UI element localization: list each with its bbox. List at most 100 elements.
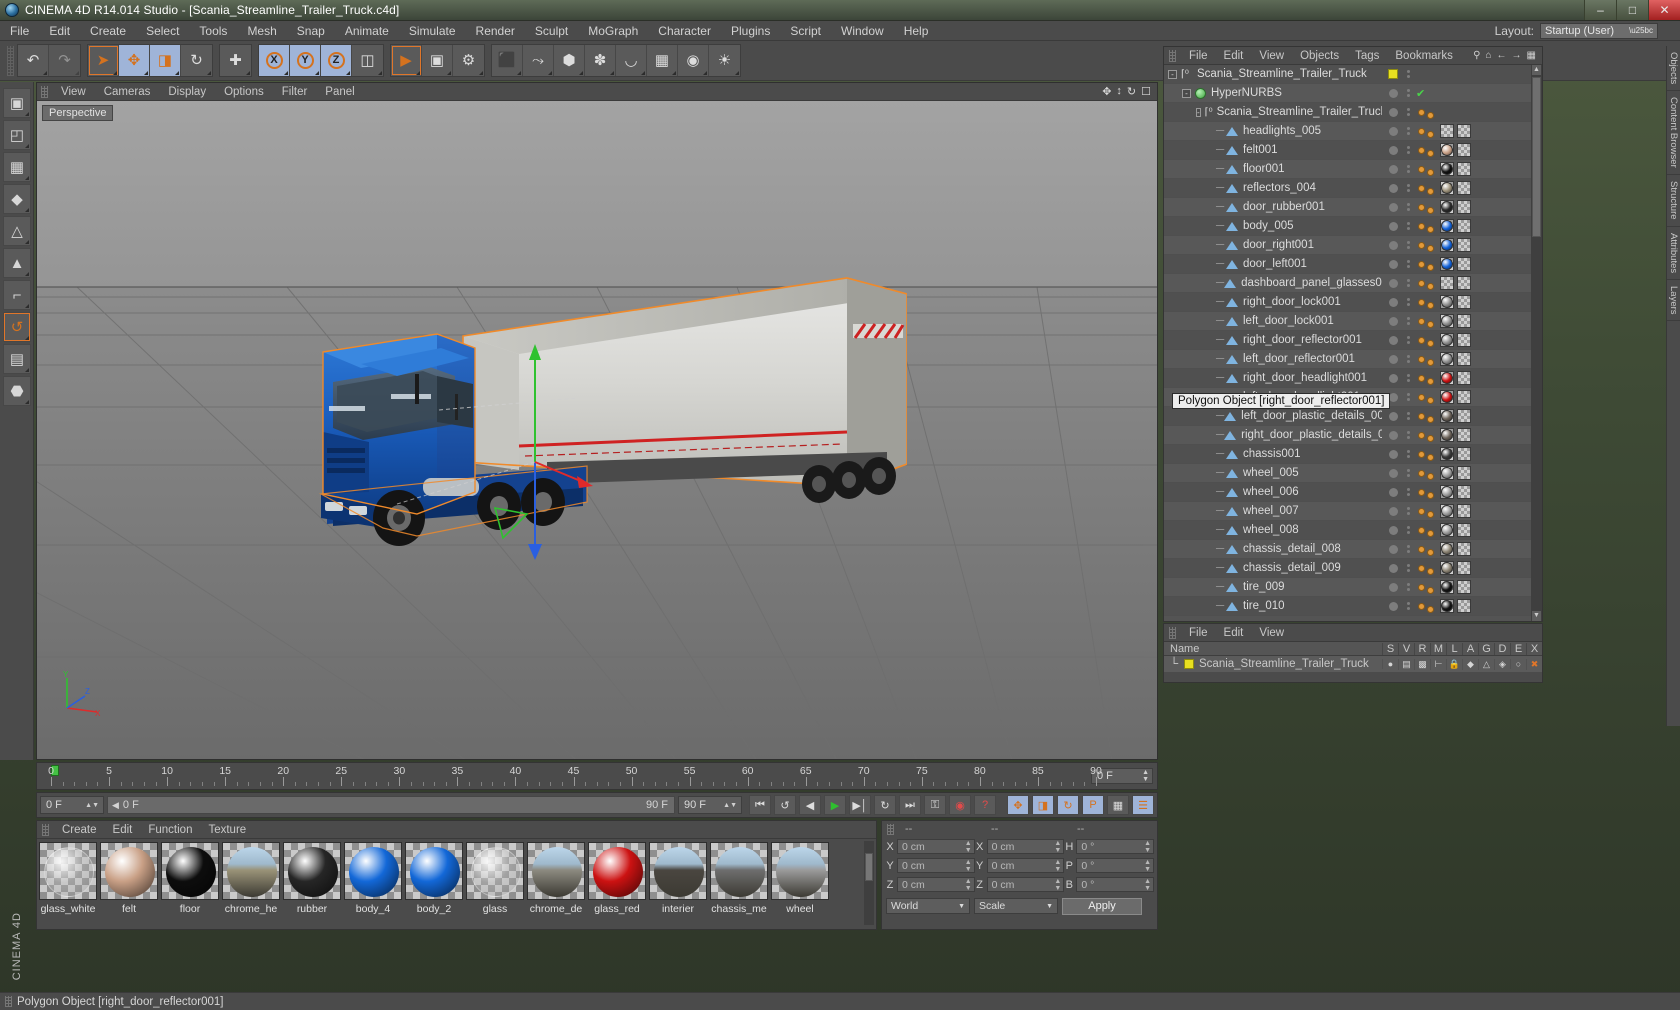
material-tag-icon[interactable] (1440, 181, 1454, 195)
scroll-up-arrow[interactable]: ▲ (1532, 65, 1541, 75)
material-tag-icon[interactable] (1440, 580, 1454, 594)
visibility-dot-icon[interactable] (1389, 430, 1398, 440)
visibility-dots-icon[interactable] (1407, 412, 1410, 420)
uv-tag-icon[interactable] (1427, 605, 1434, 613)
material-tag-icon[interactable] (1440, 238, 1454, 252)
tag-group[interactable] (1418, 144, 1434, 157)
phong-tag-icon[interactable] (1418, 450, 1425, 458)
visibility-dots-icon[interactable] (1407, 108, 1410, 116)
material-manager-grip[interactable] (42, 823, 49, 836)
phong-tag-icon[interactable] (1418, 564, 1425, 572)
coordinate-input[interactable]: 0 ° ▲ ▼ (1076, 839, 1155, 854)
expand-collapse-icon[interactable]: - (1196, 107, 1201, 117)
phong-tag-icon[interactable] (1418, 127, 1425, 135)
object-row[interactable]: ─ wheel_006 (1164, 483, 1382, 502)
render-view-button[interactable]: ▶ (391, 45, 422, 76)
phong-tag-icon[interactable] (1418, 222, 1425, 230)
grid-icon[interactable]: ▦ (1527, 50, 1536, 61)
viewport-scene[interactable]: Y X Z (37, 101, 1157, 759)
uvw-tag-icon[interactable] (1457, 523, 1471, 537)
transform-gizmo[interactable] (377, 286, 667, 566)
uv-tag-icon[interactable] (1427, 168, 1434, 176)
max-frame-spinner-icon[interactable]: ▲▼ (723, 802, 737, 809)
material-tag-icon[interactable] (1440, 371, 1454, 385)
play-backwards-frame-button[interactable]: ↺ (774, 795, 796, 815)
uvw-tag-icon[interactable] (1457, 599, 1471, 613)
object-row[interactable]: ─ left_door_lock001 (1164, 312, 1382, 331)
uv-tag-icon[interactable] (1427, 358, 1434, 366)
object-tag-row[interactable] (1382, 540, 1542, 559)
tag-group[interactable] (1418, 277, 1434, 290)
uvw-tag-icon[interactable] (1457, 580, 1471, 594)
uv-tag-icon[interactable] (1427, 453, 1434, 461)
visibility-dot-icon[interactable] (1389, 278, 1398, 288)
goto-start-button[interactable]: ⏮ (749, 795, 771, 815)
phong-tag-icon[interactable] (1418, 412, 1425, 420)
layout-dropdown[interactable]: Startup (User) \u25bc (1540, 22, 1658, 39)
phong-tag-icon[interactable] (1418, 469, 1425, 477)
world-axis-button[interactable]: ✚ (220, 45, 251, 76)
visibility-dots-icon[interactable] (1407, 431, 1410, 439)
spinner-icon[interactable]: ▲ ▼ (965, 859, 972, 873)
visibility-dot-icon[interactable] (1389, 563, 1398, 573)
object-tag-row[interactable] (1382, 198, 1542, 217)
menu-item-render[interactable]: Render (466, 21, 525, 41)
keyframe-selection-button[interactable]: ? (974, 795, 996, 815)
tag-group[interactable] (1418, 562, 1434, 575)
material-menu-texture[interactable]: Texture (200, 821, 254, 839)
goto-end-button[interactable]: ⏭ (899, 795, 921, 815)
visibility-dots-icon[interactable] (1407, 317, 1410, 325)
material-thumbnail[interactable] (588, 842, 646, 900)
material-cell[interactable]: felt (100, 842, 158, 926)
coordinate-space-dropdown[interactable]: World ▼ (886, 898, 970, 914)
visibility-dots-icon[interactable] (1407, 127, 1410, 135)
object-tag-row[interactable] (1382, 255, 1542, 274)
visibility-dots-icon[interactable] (1407, 488, 1410, 496)
phong-tag-icon[interactable] (1418, 165, 1425, 173)
autokeying-button[interactable]: ◉ (949, 795, 971, 815)
maximize-view-icon[interactable]: ☐ (1141, 85, 1151, 98)
menu-item-create[interactable]: Create (80, 21, 136, 41)
object-tag-row[interactable] (1382, 559, 1542, 578)
visibility-dot-icon[interactable] (1389, 221, 1398, 231)
tag-group[interactable] (1418, 182, 1434, 195)
uv-tag-icon[interactable] (1427, 111, 1434, 119)
tag-group[interactable] (1418, 163, 1434, 176)
material-tag-icon[interactable] (1440, 390, 1454, 404)
object-tag-row[interactable] (1382, 217, 1542, 236)
uvw-tag-icon[interactable] (1457, 124, 1471, 138)
material-tag-icon[interactable] (1440, 219, 1454, 233)
uvw-tag-icon[interactable] (1457, 428, 1471, 442)
coordinate-input[interactable]: 0 cm ▲ ▼ (986, 877, 1065, 892)
visibility-dots-icon[interactable] (1407, 260, 1410, 268)
dock-tab-attributes[interactable]: Attributes (1667, 227, 1680, 280)
material-menu-function[interactable]: Function (140, 821, 200, 839)
spinner-icon[interactable]: ▲ ▼ (1144, 859, 1151, 873)
attribute-column-name[interactable]: Name (1164, 643, 1382, 655)
object-tree[interactable]: - ⌈⁰ Scania_Streamline_Trailer_Truck - Hyper… (1164, 65, 1382, 621)
render-region-button[interactable]: ▣ (422, 45, 453, 76)
camera-button[interactable]: ◉ (678, 45, 709, 76)
scroll-thumb[interactable] (1532, 77, 1541, 237)
object-tag-row[interactable] (1382, 331, 1542, 350)
object-row[interactable]: ─ wheel_008 (1164, 521, 1382, 540)
visibility-dot-icon[interactable] (1389, 411, 1398, 421)
phong-tag-icon[interactable] (1418, 298, 1425, 306)
coordinate-input[interactable]: 0 ° ▲ ▼ (1076, 858, 1155, 873)
material-tag-icon[interactable] (1440, 162, 1454, 176)
visibility-dots-icon[interactable] (1407, 583, 1410, 591)
back-icon[interactable]: ← (1497, 50, 1507, 61)
menu-item-select[interactable]: Select (136, 21, 189, 41)
phong-tag-icon[interactable] (1418, 431, 1425, 439)
material-cell[interactable]: wheel (771, 842, 829, 926)
attribute-manager-grip[interactable] (1169, 626, 1176, 639)
record-active-objects-button[interactable]: ⚿ (924, 795, 946, 815)
uvw-tag-icon[interactable] (1457, 466, 1471, 480)
material-tag-icon[interactable] (1440, 314, 1454, 328)
material-thumbnail[interactable] (649, 842, 707, 900)
visibility-dots-icon[interactable] (1407, 564, 1410, 572)
object-tag-row[interactable] (1382, 236, 1542, 255)
menu-item-plugins[interactable]: Plugins (721, 21, 780, 41)
tag-group[interactable] (1418, 600, 1434, 613)
visibility-dots-icon[interactable] (1407, 374, 1410, 382)
